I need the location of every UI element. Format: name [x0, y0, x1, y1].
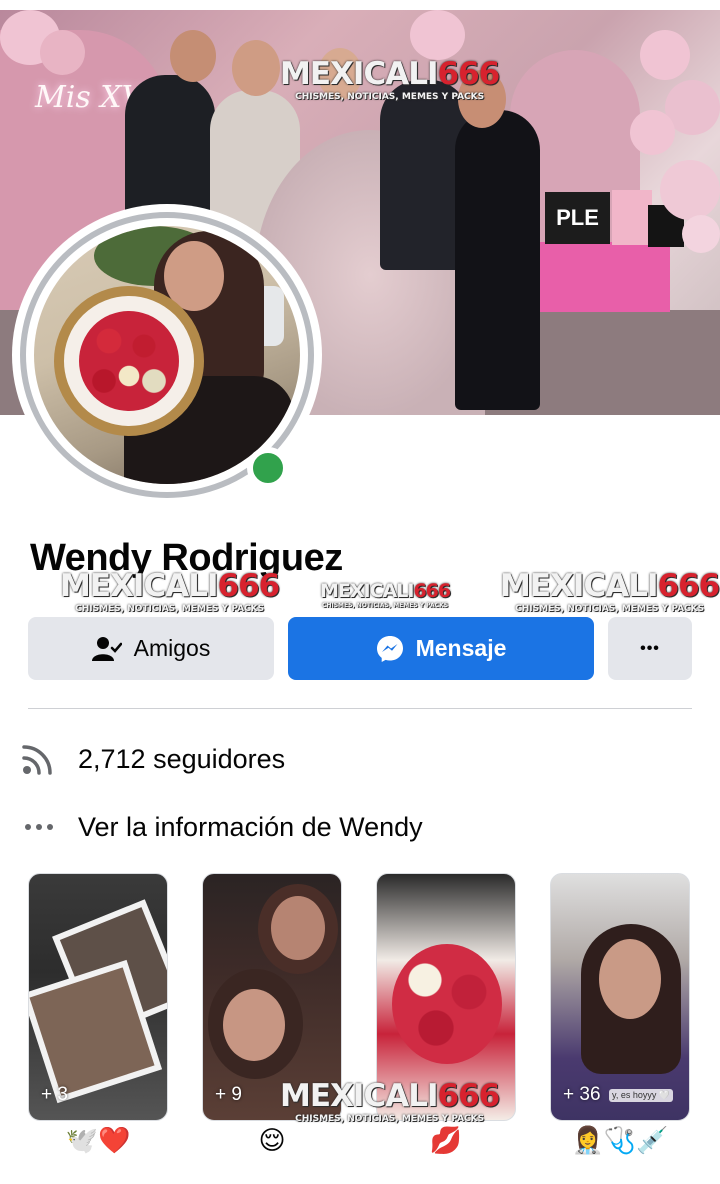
friends-button[interactable]: Amigos	[28, 617, 274, 680]
balloon	[630, 110, 675, 155]
featured-caption: 😌	[258, 1125, 286, 1155]
balloon	[682, 215, 720, 253]
featured-caption: 🕊️❤️	[65, 1125, 131, 1155]
cover-gift-box-pink	[612, 190, 652, 245]
watermark: MEXICALI666 CHISMES, NOTICIAS, MEMES Y P…	[500, 568, 720, 614]
message-button[interactable]: Mensaje	[288, 617, 594, 680]
card-story-text: y, es hoyyy 🤍	[609, 1089, 674, 1102]
watermark: MEXICALI666 CHISMES, NOTICIAS, MEMES Y P…	[280, 1078, 500, 1124]
featured-collection-card[interactable]: y, es hoyyy 🤍 + 36	[550, 873, 690, 1121]
avatar-roses	[79, 311, 179, 411]
watermark: MEXICALI666 CHISMES, NOTICIAS, MEMES Y P…	[320, 580, 451, 609]
online-status-indicator	[247, 447, 289, 489]
friends-button-label: Amigos	[133, 635, 211, 661]
featured-caption: 💋	[429, 1125, 463, 1155]
more-options-button[interactable]: •••	[608, 617, 692, 680]
balloon	[40, 30, 85, 75]
balloon	[660, 160, 720, 220]
featured-caption: 👩‍⚕️🩺💉	[571, 1125, 669, 1155]
card-photo-face	[223, 989, 285, 1061]
card-photo-face	[599, 939, 661, 1019]
balloon	[640, 30, 690, 80]
about-info-link: Ver la información de Wendy	[78, 811, 423, 842]
person-black-dress	[455, 110, 540, 410]
card-photo-count: + 36	[563, 1084, 601, 1105]
about-info-row[interactable]: Ver la información de Wendy	[20, 810, 423, 844]
messenger-icon	[376, 635, 404, 663]
card-photo-roses	[392, 944, 502, 1064]
message-button-label: Mensaje	[415, 635, 507, 661]
section-divider	[28, 708, 692, 709]
followers-count: 2,712 seguidores	[78, 743, 286, 774]
card-photo-face	[271, 896, 325, 960]
avatar-photo	[34, 226, 300, 484]
person-head	[170, 30, 216, 82]
followers-row[interactable]: 2,712 seguidores	[20, 742, 285, 776]
rss-followers-icon	[20, 742, 58, 776]
more-icon: •••	[640, 639, 660, 657]
cover-gift-box: PLE	[545, 192, 610, 244]
card-photo-count: + 9	[215, 1084, 242, 1105]
watermark: MEXICALI666 CHISMES, NOTICIAS, MEMES Y P…	[280, 56, 500, 102]
person-suit	[125, 75, 215, 225]
person-head	[232, 40, 280, 96]
card-photo-count: + 3	[41, 1084, 68, 1105]
balloon	[410, 10, 465, 60]
more-dots-icon	[20, 810, 58, 844]
featured-collection-card[interactable]: + 3	[28, 873, 168, 1121]
friends-check-icon	[91, 636, 122, 662]
watermark: MEXICALI666 CHISMES, NOTICIAS, MEMES Y P…	[60, 568, 280, 614]
